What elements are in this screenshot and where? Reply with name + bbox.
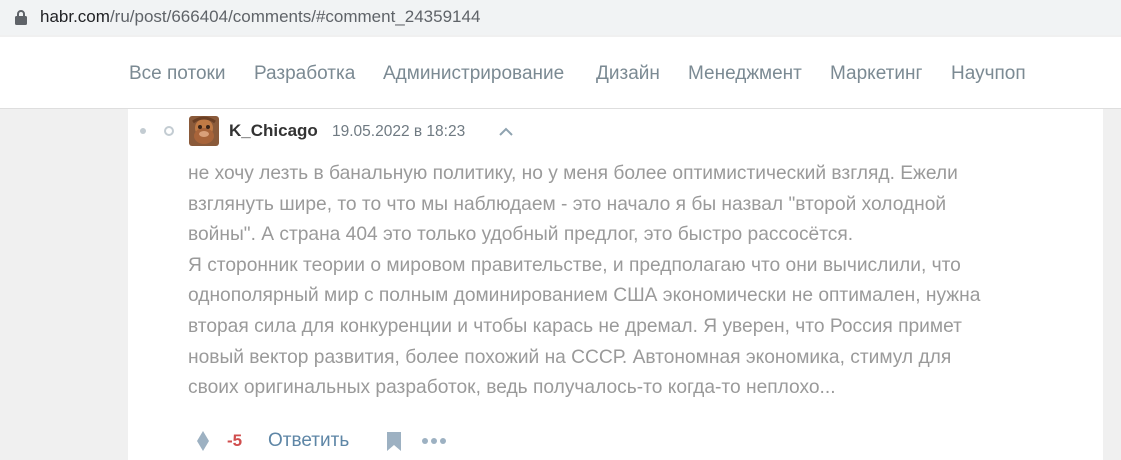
nav-item-development[interactable]: Разработка	[254, 62, 355, 86]
vote-icon[interactable]	[196, 430, 210, 452]
thread-parent-dot[interactable]	[164, 126, 174, 136]
comment-line: своих оригинальных разработок, ведь полу…	[188, 377, 836, 399]
comment-line: не хочу лезть в банальную политику, но у…	[188, 163, 958, 184]
comment-line: взглянуть шире, то то что мы наблюдаем -…	[188, 193, 947, 215]
url-host: habr.com	[40, 7, 110, 26]
avatar-image	[189, 116, 219, 146]
bookmark-icon[interactable]	[386, 431, 402, 452]
comment-line: вторая сила для конкуренции и чтобы кара…	[188, 315, 962, 337]
nav-item-administration[interactable]: Администрирование	[383, 62, 564, 86]
url-text[interactable]: habr.com/ru/post/666404/comments/#commen…	[40, 6, 480, 28]
nav-item-popsci[interactable]: Научпоп	[951, 62, 1026, 86]
comment-date[interactable]: 19.05.2022 в 18:23	[332, 122, 465, 142]
comment-line: однополярный мир с полным доминированием…	[188, 285, 981, 307]
thread-indent-dot	[140, 128, 146, 134]
url-path: /ru/post/666404/comments/#comment_243591…	[109, 7, 481, 26]
comment-body: не хочу лезть в банальную политику, но у…	[188, 159, 1078, 404]
comment-line: новый вектор развития, более похожий на …	[188, 346, 952, 368]
nav-item-design[interactable]: Дизайн	[596, 62, 660, 86]
nav-item-management[interactable]: Менеджмент	[688, 62, 802, 86]
hubs-navigation: Все потоки Разработка Администрирование …	[0, 37, 1121, 109]
comment-line: Я сторонник теории о мировом правительст…	[188, 254, 961, 276]
avatar[interactable]	[189, 116, 219, 146]
comment-author[interactable]: K_Chicago	[229, 121, 318, 141]
comment-line: войны". А страна 404 это только удобный …	[188, 224, 854, 246]
chevron-up-icon[interactable]	[497, 124, 515, 138]
vote-score: -5	[227, 431, 243, 450]
lock-icon	[15, 10, 27, 25]
more-icon[interactable]	[421, 436, 447, 446]
browser-address-bar[interactable]: habr.com/ru/post/666404/comments/#commen…	[0, 0, 1121, 35]
nav-item-marketing[interactable]: Маркетинг	[830, 62, 922, 86]
reply-button[interactable]: Ответить	[268, 430, 349, 452]
nav-item-all-streams[interactable]: Все потоки	[129, 62, 225, 86]
